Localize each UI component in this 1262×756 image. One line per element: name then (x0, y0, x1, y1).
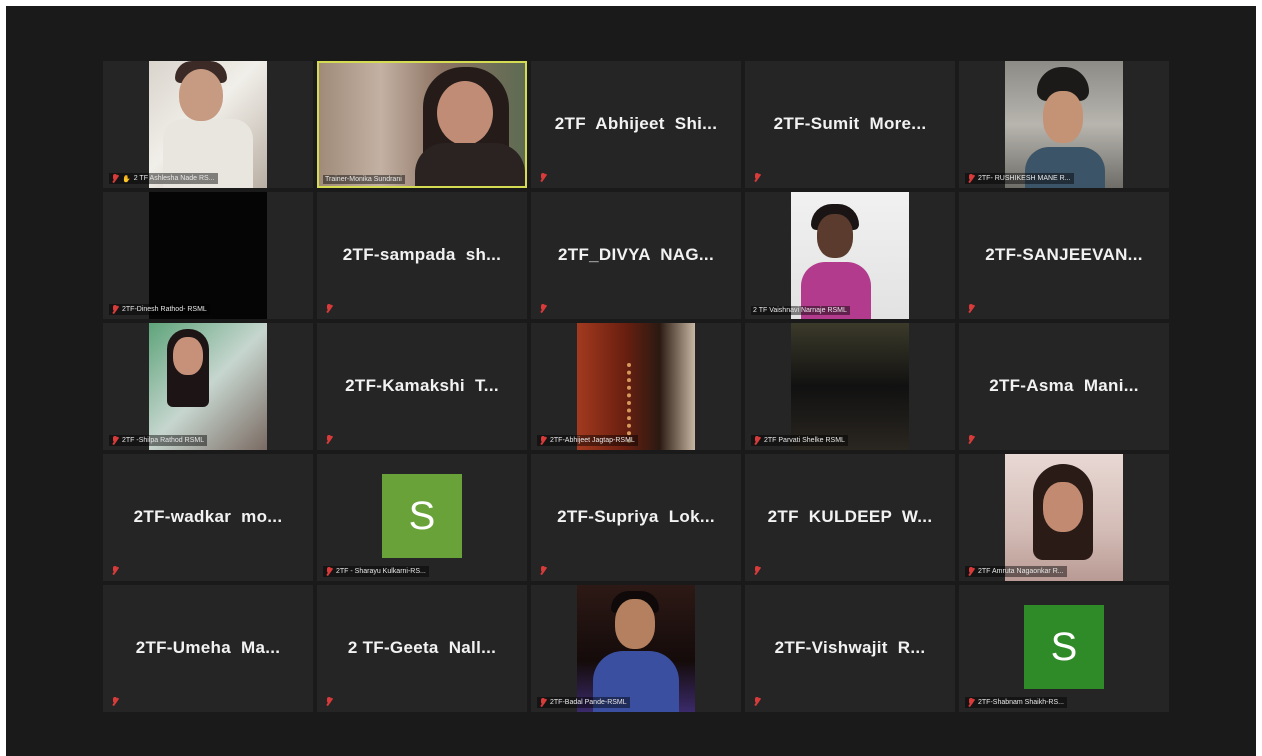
participant-name: 2TF-sampada sh... (342, 244, 502, 264)
participant-tile[interactable]: 2TF-Badal Pande-RSML (531, 585, 741, 712)
participant-video (149, 61, 267, 188)
muted-mic-icon (539, 304, 547, 313)
participant-video (577, 323, 695, 450)
muted-mic-icon (111, 305, 119, 314)
muted-mic-icon (753, 436, 761, 445)
muted-mic-icon (967, 174, 975, 183)
muted-mic-icon (325, 697, 333, 706)
participant-label: Trainer-Monika Sundrani (323, 175, 405, 184)
participant-video (1005, 454, 1123, 581)
participant-tile[interactable]: 2TF- RUSHIKESH MANE R... (959, 61, 1169, 188)
participant-label: 2TF- RUSHIKESH MANE R... (965, 173, 1074, 184)
participant-name: 2TF-Supriya Lok... (557, 506, 715, 526)
participant-tile[interactable]: ✋ 2 TF Ashlesha Nade RS... (103, 61, 313, 188)
participant-label: 2TF-Shabnam Shaikh-RS... (965, 697, 1067, 708)
muted-mic-icon (325, 304, 333, 313)
participant-label: 2TF - Sharayu Kulkarni-RS... (323, 566, 429, 577)
muted-mic-icon (111, 174, 119, 183)
muted-mic-icon (967, 698, 975, 707)
participant-label: 2 TF Vaishnavi Narnaje RSML (751, 306, 850, 315)
muted-mic-icon (753, 566, 761, 575)
participant-video (791, 192, 909, 319)
participant-label: 2TF-Dinesh Rathod- RSML (109, 304, 210, 315)
participant-name: 2TF-Sumit More... (773, 113, 927, 133)
participant-tile-active-speaker[interactable]: Trainer-Monika Sundrani (317, 61, 527, 188)
participant-label: 2TF Parvati Shelke RSML (751, 435, 848, 446)
muted-mic-icon (967, 567, 975, 576)
participant-label: 2TF -Shilpa Rathod RSML (109, 435, 208, 446)
participant-tile[interactable]: 2TF-SANJEEVAN... (959, 192, 1169, 319)
participant-tile[interactable]: 2TF Abhijeet Shi... (531, 61, 741, 188)
participant-tile[interactable]: 2TF_DIVYA NAG... (531, 192, 741, 319)
participant-tile[interactable]: 2TF-sampada sh... (317, 192, 527, 319)
muted-mic-icon (967, 304, 975, 313)
muted-mic-icon (967, 435, 975, 444)
participant-tile[interactable]: S 2TF - Sharayu Kulkarni-RS... (317, 454, 527, 581)
muted-mic-icon (325, 567, 333, 576)
participant-tile[interactable]: 2TF KULDEEP W... (745, 454, 955, 581)
participant-tile[interactable]: 2TF-Supriya Lok... (531, 454, 741, 581)
participant-video (1005, 61, 1123, 188)
participant-tile[interactable]: 2TF Parvati Shelke RSML (745, 323, 955, 450)
participant-name: 2TF Abhijeet Shi... (554, 113, 718, 133)
participant-name: 2TF-wadkar mo... (133, 506, 283, 526)
muted-mic-icon (539, 173, 547, 182)
participant-name: 2TF-Umeha Ma... (135, 637, 281, 657)
participant-label: 2TF Amruta Nagaonkar R... (965, 566, 1067, 577)
muted-mic-icon (539, 436, 547, 445)
avatar: S (382, 474, 462, 558)
participant-tile[interactable]: S 2TF-Shabnam Shaikh-RS... (959, 585, 1169, 712)
participant-tile[interactable]: 2TF -Shilpa Rathod RSML (103, 323, 313, 450)
participant-tile[interactable]: 2TF-Dinesh Rathod- RSML (103, 192, 313, 319)
participant-tile[interactable]: 2 TF Vaishnavi Narnaje RSML (745, 192, 955, 319)
participant-name: 2TF-Asma Mani... (989, 375, 1139, 395)
muted-mic-icon (753, 697, 761, 706)
participant-tile[interactable]: 2TF Amruta Nagaonkar R... (959, 454, 1169, 581)
participant-name: 2TF-Kamakshi T... (345, 375, 499, 395)
participant-tile[interactable]: 2TF-Abhijeet Jagtap-RSML (531, 323, 741, 450)
participant-tile[interactable]: 2TF-wadkar mo... (103, 454, 313, 581)
muted-mic-icon (539, 698, 547, 707)
muted-mic-icon (753, 173, 761, 182)
participant-tile[interactable]: 2TF-Kamakshi T... (317, 323, 527, 450)
participant-label: 2TF-Abhijeet Jagtap-RSML (537, 435, 638, 446)
participant-name: 2TF KULDEEP W... (767, 506, 933, 526)
participant-label: ✋ 2 TF Ashlesha Nade RS... (109, 173, 218, 184)
participant-video (149, 323, 267, 450)
participant-tile[interactable]: 2TF-Vishwajit R... (745, 585, 955, 712)
participant-tile[interactable]: 2TF-Umeha Ma... (103, 585, 313, 712)
participant-video (319, 63, 525, 186)
meeting-window: ✋ 2 TF Ashlesha Nade RS... Trainer-Monika… (6, 6, 1256, 756)
participant-name: 2TF_DIVYA NAG... (558, 244, 714, 264)
participant-tile[interactable]: 2TF-Asma Mani... (959, 323, 1169, 450)
participant-tile[interactable]: 2 TF-Geeta Nall... (317, 585, 527, 712)
participant-name: 2TF-SANJEEVAN... (985, 244, 1143, 264)
muted-mic-icon (539, 566, 547, 575)
participant-video (791, 323, 909, 450)
muted-mic-icon (325, 435, 333, 444)
raised-hand-icon: ✋ (122, 175, 131, 183)
participant-video (577, 585, 695, 712)
participant-video (149, 192, 267, 319)
gallery-grid: ✋ 2 TF Ashlesha Nade RS... Trainer-Monika… (103, 61, 1169, 712)
muted-mic-icon (111, 566, 119, 575)
participant-name: 2 TF-Geeta Nall... (347, 637, 497, 657)
avatar: S (1024, 605, 1104, 689)
participant-name: 2TF-Vishwajit R... (774, 637, 926, 657)
participant-label: 2TF-Badal Pande-RSML (537, 697, 630, 708)
muted-mic-icon (111, 436, 119, 445)
muted-mic-icon (111, 697, 119, 706)
participant-tile[interactable]: 2TF-Sumit More... (745, 61, 955, 188)
